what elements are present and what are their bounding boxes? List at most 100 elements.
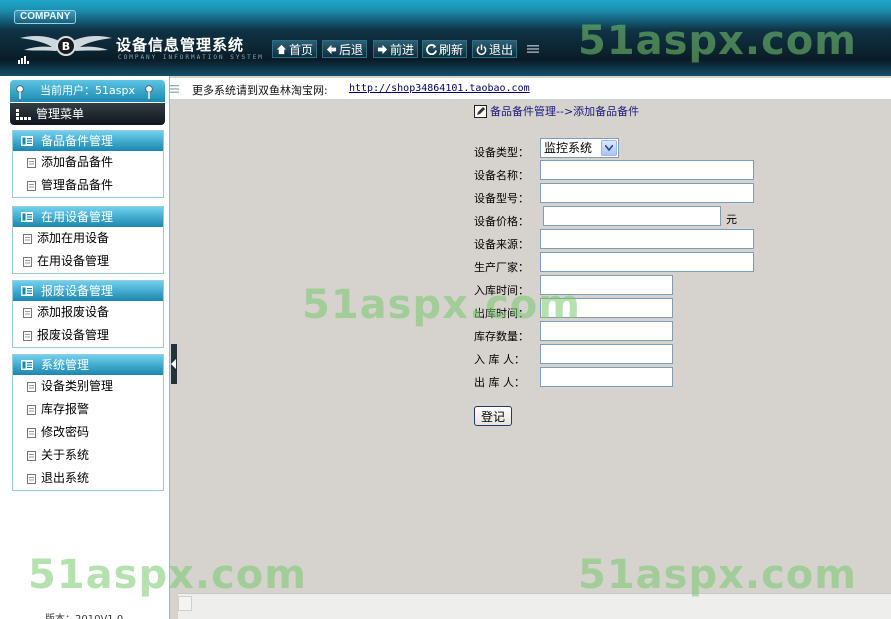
sidebar-item-label: 修改密码 [41,425,90,439]
sidebar-item-manage-spare[interactable]: 管理备品备件 [13,174,163,197]
grid-dots-icon [16,109,31,120]
group-header[interactable]: 系统管理 [13,355,163,375]
sidebar-item-add-in-use[interactable]: 添加在用设备 [13,227,163,250]
home-icon [276,44,287,54]
back-button[interactable]: 后退 [322,40,368,58]
device-price-input[interactable] [543,206,721,226]
document-icon [27,428,36,438]
document-icon [23,308,32,318]
folder-icon [21,212,33,222]
sidebar: 当前用户：51aspx 管理菜单 备品备件管理 添加备品备件 管理备品备件 在用… [0,76,170,619]
label-type: 设备类型： [474,146,529,159]
label-name: 设备名称： [474,169,529,182]
sidebar-item-label: 报废设备管理 [37,328,110,342]
menu-group-system: 系统管理 设备类别管理 库存报警 修改密码 关于系统 退出系统 [12,354,164,491]
device-source-input[interactable] [540,229,754,249]
dropdown-button[interactable] [601,140,617,156]
sidebar-toggle[interactable] [171,344,177,384]
logout-button-label: 退出 [489,42,514,57]
device-type-select[interactable]: 监控系统 [540,138,619,158]
out-person-input[interactable] [540,367,673,387]
out-time-input[interactable] [540,298,673,318]
sidebar-item-stock-alarm[interactable]: 库存报警 [13,398,163,421]
arrow-left-icon [326,44,337,54]
sidebar-item-label: 关于系统 [41,448,90,462]
arrow-right-icon [377,44,388,54]
stock-quantity-input[interactable] [540,321,673,341]
refresh-icon [426,43,437,55]
folder-icon [21,286,33,296]
in-person-input[interactable] [540,344,673,364]
sidebar-item-change-password[interactable]: 修改密码 [13,421,163,444]
menu-group-spares: 备品备件管理 添加备品备件 管理备品备件 [12,130,164,198]
manufacturer-input[interactable] [540,252,754,272]
document-icon [27,451,36,461]
refresh-button-label: 刷新 [439,42,464,57]
horizontal-scrollbar[interactable] [178,593,891,619]
svg-text:B: B [62,40,70,53]
home-button-label: 首页 [289,42,314,57]
sidebar-item-label: 退出系统 [41,471,90,485]
group-title: 报废设备管理 [41,284,114,298]
scroll-left-button[interactable] [178,596,192,611]
info-text: 更多系统请到双鱼林淘宝网: [192,84,328,97]
sidebar-item-label: 添加在用设备 [37,231,110,245]
menu-group-in-use: 在用设备管理 添加在用设备 在用设备管理 [12,206,164,274]
sidebar-item-label: 在用设备管理 [37,254,110,268]
register-button[interactable]: 登记 [474,406,512,426]
document-icon [23,257,32,267]
sidebar-item-add-spare[interactable]: 添加备品备件 [13,151,163,174]
device-type-value: 监控系统 [544,141,593,155]
label-price: 设备价格： [474,215,529,228]
menu-header: 管理菜单 [10,103,165,125]
group-header[interactable]: 报废设备管理 [13,281,163,301]
winged-logo-icon: B [20,36,112,56]
bars-icon [18,56,29,64]
forward-button[interactable]: 前进 [373,40,419,58]
forward-button-label: 前进 [390,42,415,57]
document-icon [23,234,32,244]
system-title: 设备信息管理系统 [116,36,245,54]
document-icon [27,405,36,415]
current-user-bar: 当前用户：51aspx [10,80,165,102]
label-out-time: 出库时间： [474,307,529,320]
chevron-down-icon [605,145,613,151]
device-name-input[interactable] [540,160,754,180]
device-model-input[interactable] [540,183,754,203]
pin-icon [16,85,24,99]
power-icon [476,43,487,55]
menu-title: 管理菜单 [36,107,85,121]
home-button[interactable]: 首页 [272,40,318,58]
sidebar-item-category[interactable]: 设备类别管理 [13,375,163,398]
main-content: 备品备件管理-->添加备品备件 设备类型： 监控系统 设备名称： 设备型号： 设… [178,101,891,593]
group-header[interactable]: 在用设备管理 [13,207,163,227]
sidebar-item-label: 管理备品备件 [41,178,114,192]
document-icon [27,158,36,168]
sidebar-item-add-scrapped[interactable]: 添加报废设备 [13,301,163,324]
menu-grip-icon [527,45,539,53]
app-header: COMPANY B 设备信息管理系统 COMPANY INFORMATION S… [0,0,891,76]
group-title: 备品备件管理 [41,134,114,148]
label-maker: 生产厂家： [474,261,529,274]
back-button-label: 后退 [339,42,364,57]
sidebar-item-about[interactable]: 关于系统 [13,444,163,467]
label-out-person: 出 库 人： [474,376,525,389]
sidebar-item-manage-scrapped[interactable]: 报废设备管理 [13,324,163,347]
logout-button[interactable]: 退出 [472,40,518,58]
label-model: 设备型号： [474,192,529,205]
sidebar-item-exit[interactable]: 退出系统 [13,467,163,490]
pin-icon [145,85,153,99]
in-time-input[interactable] [540,275,673,295]
sidebar-item-label: 添加报废设备 [37,305,110,319]
info-bar: 更多系统请到双鱼林淘宝网: http://shop34864101.taobao… [168,78,891,100]
group-title: 在用设备管理 [41,210,114,224]
breadcrumb: 备品备件管理-->添加备品备件 [474,103,639,119]
document-icon [27,382,36,392]
document-icon [27,181,36,191]
price-unit: 元 [726,213,737,226]
sidebar-item-manage-in-use[interactable]: 在用设备管理 [13,250,163,273]
group-header[interactable]: 备品备件管理 [13,131,163,151]
refresh-button[interactable]: 刷新 [422,40,468,58]
company-badge: COMPANY [14,10,77,24]
shop-link[interactable]: http://shop34864101.taobao.com [349,83,530,94]
